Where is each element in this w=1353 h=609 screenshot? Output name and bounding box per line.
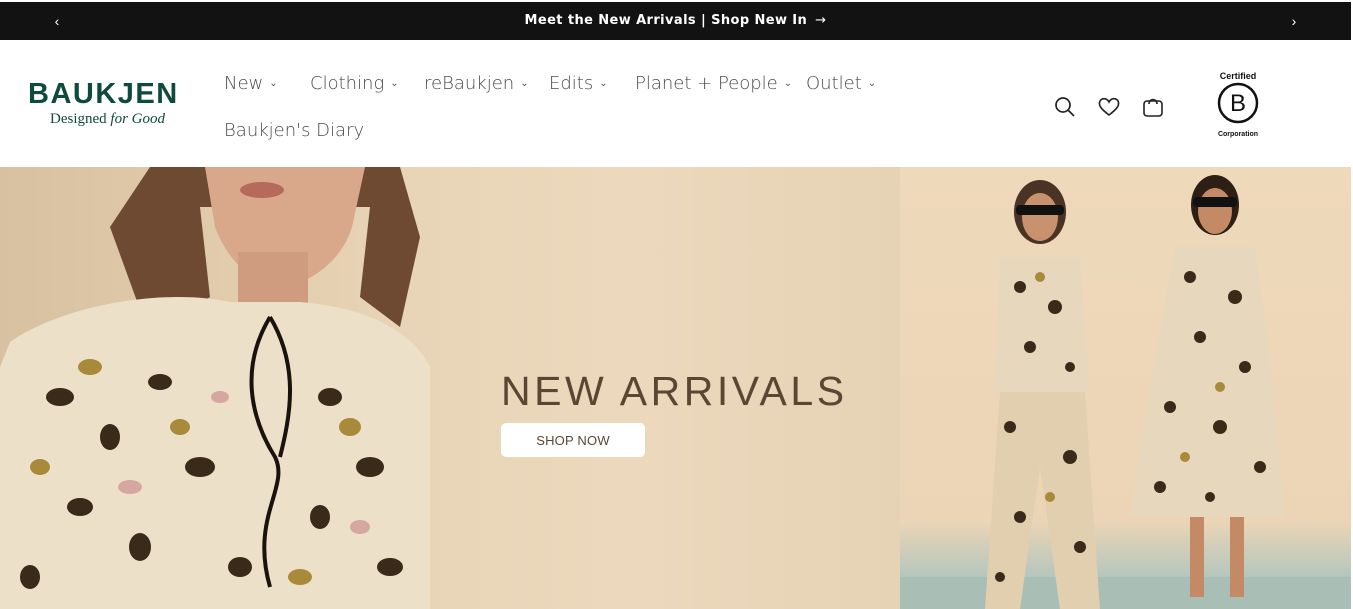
chevron-down-icon: ⌄	[390, 78, 399, 89]
chevron-down-icon: ⌄	[783, 78, 793, 89]
logo-wordmark: BAUKJEN	[28, 78, 179, 110]
nav-item-edits[interactable]: Edits ⌄	[549, 73, 608, 94]
site-header: BAUKJEN Designed for Good New ⌄ Clothing ⌄…	[0, 40, 1353, 167]
heart-icon[interactable]	[1096, 94, 1122, 120]
bcorp-certified-text: Certified	[1219, 71, 1257, 81]
chevron-down-icon: ⌄	[269, 78, 278, 89]
nav-item-rebaukjen[interactable]: reBaukjen ⌄	[424, 73, 529, 94]
nav-item-label: Edits	[549, 73, 594, 94]
announcement-bar-inner: ‹ Meet the New Arrivals | Shop New In → ›	[0, 2, 1351, 40]
logo-tagline-prefix: Designed	[50, 111, 111, 127]
shop-now-button[interactable]: SHOP NOW	[501, 423, 645, 457]
bcorp-letter: B	[1230, 90, 1246, 117]
brand-logo[interactable]: BAUKJEN Designed for Good	[28, 79, 188, 128]
logo-tagline: Designed for Good	[50, 111, 188, 128]
nav-item-clothing[interactable]: Clothing ⌄	[310, 73, 399, 94]
announcement-text[interactable]: Meet the New Arrivals | Shop New In	[525, 13, 808, 28]
chevron-down-icon: ⌄	[599, 78, 608, 89]
nav-item-label: Baukjen's Diary	[224, 120, 365, 141]
bcorp-logo-icon: B	[1217, 82, 1259, 124]
chevron-right-icon[interactable]: ›	[1286, 13, 1302, 29]
hero-title: NEW ARRIVALS	[501, 368, 848, 414]
nav-item-label: reBaukjen	[424, 73, 515, 94]
announcement-link[interactable]: Meet the New Arrivals | Shop New In →	[0, 13, 1351, 28]
nav-item-diary[interactable]: Baukjen's Diary	[224, 120, 364, 141]
hero-image-left[interactable]: NEW ARRIVALS SHOP NOW	[0, 167, 900, 609]
nav-item-label: Clothing	[310, 73, 385, 94]
nav-item-planet-people[interactable]: Planet + People ⌄	[635, 73, 792, 94]
logo-tagline-italic: for Good	[110, 111, 165, 127]
bcorp-badge[interactable]: Certified B Corporation	[1212, 71, 1264, 141]
bag-icon[interactable]	[1140, 94, 1166, 120]
chevron-down-icon: ⌄	[867, 78, 877, 89]
nav-item-label: Outlet	[806, 73, 862, 94]
arrow-right-icon: →	[815, 13, 827, 28]
nav-item-label: New	[224, 73, 264, 94]
nav-item-label: Planet + People	[635, 73, 778, 94]
hero-image-right[interactable]	[900, 167, 1351, 609]
bcorp-corporation-text: Corporation	[1217, 131, 1259, 138]
nav-item-outlet[interactable]: Outlet ⌄	[806, 73, 876, 94]
announcement-bar: ‹ Meet the New Arrivals | Shop New In → ›	[0, 0, 1353, 40]
chevron-down-icon: ⌄	[520, 78, 529, 89]
models-walking-image	[900, 175, 1351, 609]
nav-item-new[interactable]: New ⌄	[224, 73, 278, 94]
search-icon[interactable]	[1052, 94, 1078, 120]
